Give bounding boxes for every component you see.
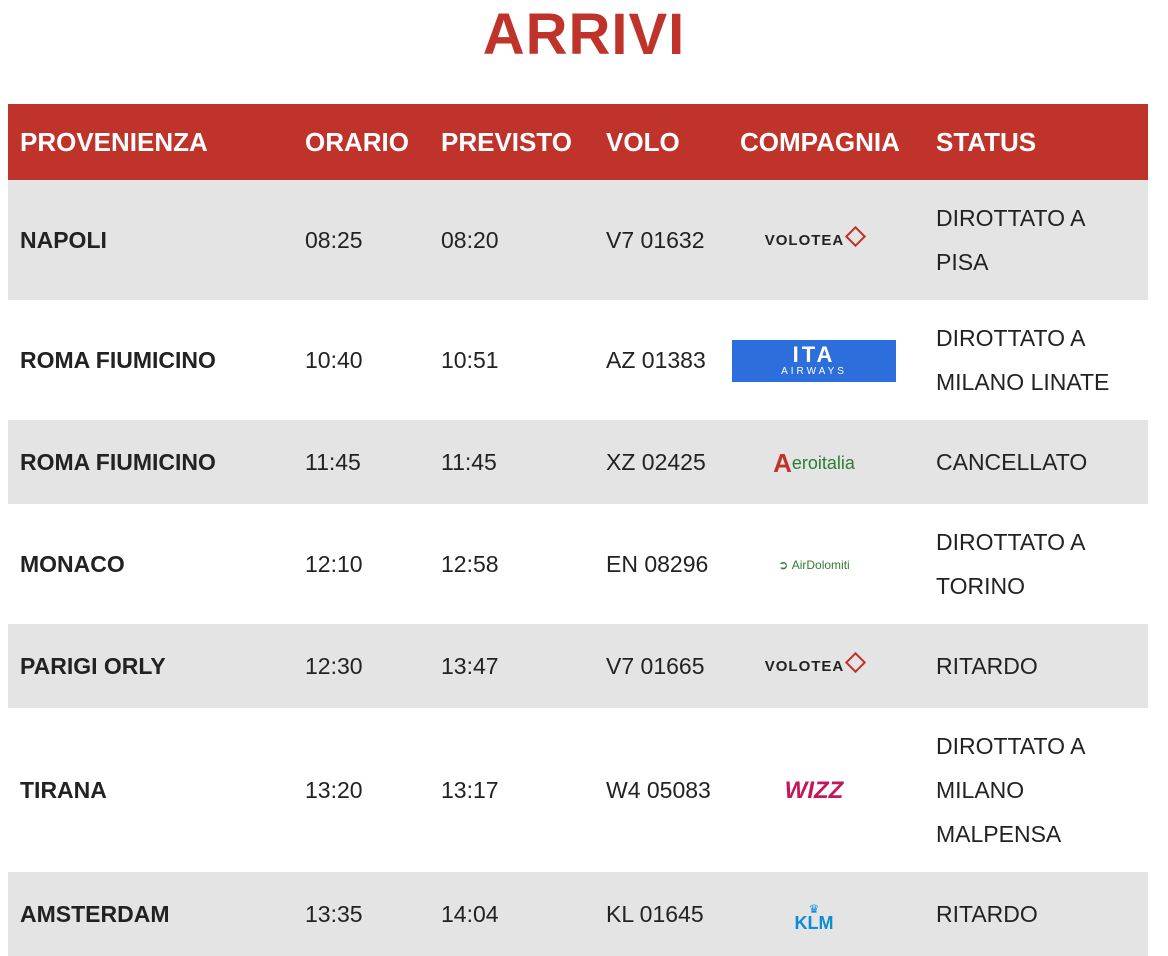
volotea-logo-text: VOLOTEA	[764, 657, 845, 675]
status-line: DIROTTATO A	[936, 733, 1086, 759]
table-row: ROMA FIUMICINO 11:45 11:45 XZ 02425 Aero…	[8, 420, 1148, 504]
table-row: ROMA FIUMICINO 10:40 10:51 AZ 01383 ITA A…	[8, 300, 1148, 420]
table-row: PARIGI ORLY 12:30 13:47 V7 01665 VOLOTEA…	[8, 624, 1148, 708]
origin-cell: TIRANA	[8, 708, 293, 872]
arrivals-table: PROVENIENZA ORARIO PREVISTO VOLO COMPAGN…	[8, 104, 1148, 956]
scheduled-time-cell: 10:40	[293, 300, 429, 420]
airline-cell: ♛ KLM	[728, 872, 924, 956]
table-row: MONACO 12:10 12:58 EN 08296 ➲ AirDolomit…	[8, 504, 1148, 624]
aeroitalia-logo-text: eroitalia	[791, 452, 855, 473]
expected-time-cell: 13:17	[429, 708, 594, 872]
origin-cell: ROMA FIUMICINO	[8, 300, 293, 420]
expected-time-cell: 12:58	[429, 504, 594, 624]
header-provenienza: PROVENIENZA	[8, 104, 293, 180]
flight-number-cell: W4 05083	[594, 708, 728, 872]
table-header-row: PROVENIENZA ORARIO PREVISTO VOLO COMPAGN…	[8, 104, 1148, 180]
volotea-logo-text: VOLOTEA	[764, 231, 845, 249]
volotea-logo: VOLOTEA	[732, 645, 896, 689]
scheduled-time-cell: 08:25	[293, 180, 429, 300]
origin-cell: AMSTERDAM	[8, 872, 293, 956]
airline-cell: WIZZ	[728, 708, 924, 872]
volotea-diamond-icon	[845, 226, 867, 248]
volotea-diamond-icon	[845, 652, 867, 674]
flight-number-cell: V7 01665	[594, 624, 728, 708]
origin-cell: MONACO	[8, 504, 293, 624]
table-row: AMSTERDAM 13:35 14:04 KL 01645 ♛ KLM RITA…	[8, 872, 1148, 956]
aeroitalia-logo-a: A	[773, 447, 792, 478]
expected-time-cell: 14:04	[429, 872, 594, 956]
origin-cell: ROMA FIUMICINO	[8, 420, 293, 504]
status-cell: DIROTTATO A MILANO LINATE	[924, 300, 1148, 420]
status-line: TORINO	[936, 573, 1026, 599]
wizz-logo-text: WIZZ	[784, 776, 844, 804]
header-previsto: PREVISTO	[429, 104, 594, 180]
ita-logo-text: ITA	[792, 342, 836, 368]
airdolomiti-logo: ➲ AirDolomiti	[732, 543, 896, 587]
flight-number-cell: XZ 02425	[594, 420, 728, 504]
status-cell: DIROTTATO A MILANO MALPENSA	[924, 708, 1148, 872]
flight-number-cell: KL 01645	[594, 872, 728, 956]
scheduled-time-cell: 13:35	[293, 872, 429, 956]
airline-cell: ITA AIRWAYS	[728, 300, 924, 420]
klm-logo-text: KLM	[794, 912, 834, 933]
status-cell: RITARDO	[924, 624, 1148, 708]
status-line: DIROTTATO A	[936, 529, 1086, 555]
status-line: RITARDO	[936, 901, 1038, 927]
aeroitalia-logo: Aeroitalia	[732, 441, 896, 485]
status-line: MILANO LINATE	[936, 369, 1110, 395]
airline-cell: VOLOTEA	[728, 624, 924, 708]
airline-cell: VOLOTEA	[728, 180, 924, 300]
origin-cell: PARIGI ORLY	[8, 624, 293, 708]
expected-time-cell: 11:45	[429, 420, 594, 504]
volotea-logo: VOLOTEA	[732, 219, 896, 263]
klm-logo: ♛ KLM	[732, 902, 896, 933]
status-cell: CANCELLATO	[924, 420, 1148, 504]
origin-cell: NAPOLI	[8, 180, 293, 300]
status-line: DIROTTATO A	[936, 325, 1086, 351]
status-cell: DIROTTATO A PISA	[924, 180, 1148, 300]
airdolomiti-arrow-icon: ➲	[778, 557, 792, 572]
airline-cell: ➲ AirDolomiti	[728, 504, 924, 624]
status-line: DIROTTATO A	[936, 205, 1086, 231]
flight-number-cell: EN 08296	[594, 504, 728, 624]
header-volo: VOLO	[594, 104, 728, 180]
page-title: ARRIVI	[482, 2, 686, 67]
scheduled-time-cell: 12:10	[293, 504, 429, 624]
ita-airways-logo: ITA AIRWAYS	[732, 340, 896, 383]
status-cell: RITARDO	[924, 872, 1148, 956]
status-line: RITARDO	[936, 653, 1038, 679]
ita-logo-subtext: AIRWAYS	[781, 366, 847, 378]
table-row: TIRANA 13:20 13:17 W4 05083 WIZZ DIROTTA…	[8, 708, 1148, 872]
scheduled-time-cell: 11:45	[293, 420, 429, 504]
status-cell: DIROTTATO A TORINO	[924, 504, 1148, 624]
airdolomiti-logo-text: AirDolomiti	[791, 557, 850, 572]
status-line: PISA	[936, 249, 989, 275]
airline-cell: Aeroitalia	[728, 420, 924, 504]
status-line: MILANO	[936, 777, 1025, 803]
scheduled-time-cell: 13:20	[293, 708, 429, 872]
table-row: NAPOLI 08:25 08:20 V7 01632 VOLOTEA DIRO…	[8, 180, 1148, 300]
header-status: STATUS	[924, 104, 1148, 180]
expected-time-cell: 13:47	[429, 624, 594, 708]
expected-time-cell: 08:20	[429, 180, 594, 300]
status-line: CANCELLATO	[936, 449, 1088, 475]
flight-number-cell: AZ 01383	[594, 300, 728, 420]
flight-number-cell: V7 01632	[594, 180, 728, 300]
header-compagnia: COMPAGNIA	[728, 104, 924, 180]
scheduled-time-cell: 12:30	[293, 624, 429, 708]
status-line: MALPENSA	[936, 821, 1062, 847]
wizz-logo: WIZZ	[732, 769, 896, 813]
expected-time-cell: 10:51	[429, 300, 594, 420]
header-orario: ORARIO	[293, 104, 429, 180]
